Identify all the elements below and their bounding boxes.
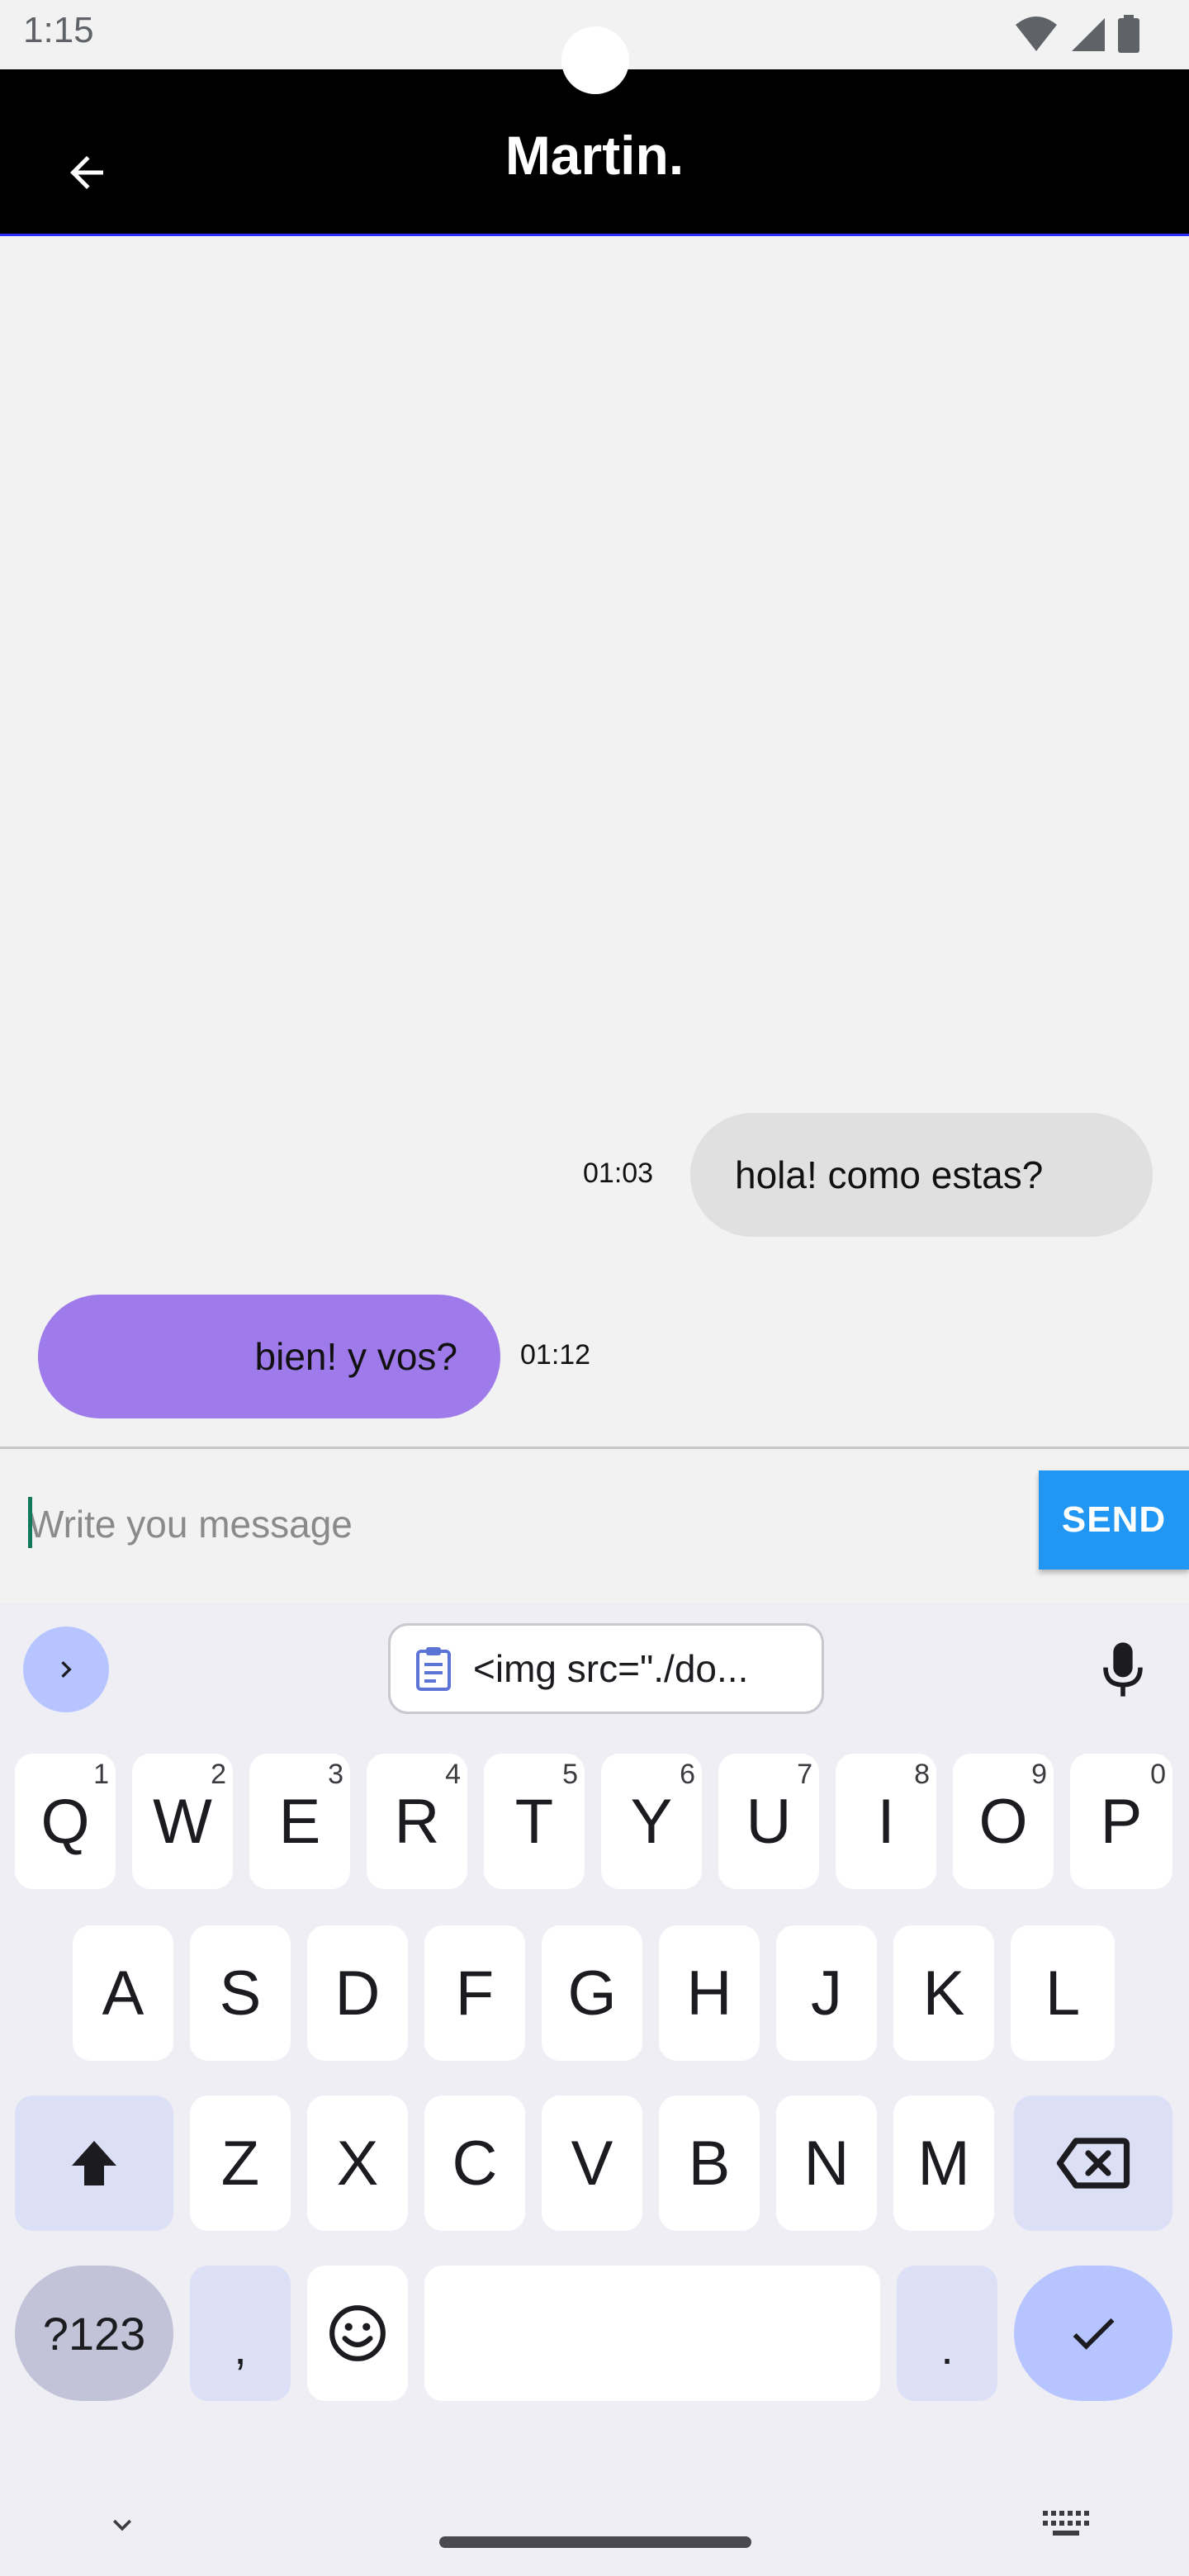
key-hint: 7 — [797, 1759, 812, 1790]
wifi-icon — [1016, 17, 1057, 51]
space-key[interactable] — [424, 2266, 880, 2401]
key-hint: 9 — [1031, 1759, 1047, 1790]
keyboard-icon — [1043, 2511, 1089, 2536]
voice-input-button[interactable] — [1082, 1628, 1164, 1711]
key-l[interactable]: L — [1011, 1925, 1115, 2061]
keyboard-expand-button[interactable] — [23, 1627, 109, 1712]
key-hint: 8 — [914, 1759, 930, 1790]
hide-keyboard-button[interactable] — [97, 2500, 147, 2550]
key-u[interactable]: U7 — [718, 1754, 819, 1889]
key-hint: 4 — [445, 1759, 461, 1790]
key-p[interactable]: P0 — [1070, 1754, 1172, 1889]
chat-area[interactable]: 01:03 hola! como estas? bien! y vos? 01:… — [0, 239, 1189, 1447]
key-label: U — [746, 1786, 792, 1857]
key-label: P — [1100, 1786, 1143, 1857]
clipboard-icon — [416, 1647, 451, 1691]
key-d[interactable]: D — [307, 1925, 408, 2061]
key-hint: 0 — [1150, 1759, 1166, 1790]
clipboard-suggestion[interactable]: <img src="./do... — [388, 1623, 824, 1714]
key-a[interactable]: A — [73, 1925, 173, 2061]
status-time: 1:15 — [23, 10, 94, 50]
key-i[interactable]: I8 — [836, 1754, 936, 1889]
key-v[interactable]: V — [542, 2095, 642, 2231]
message-text: bien! y vos? — [254, 1335, 457, 1378]
chevron-down-icon — [113, 2519, 131, 2531]
symbols-key[interactable]: ?123 — [15, 2266, 173, 2401]
key-m[interactable]: M — [893, 2095, 994, 2231]
message-time: 01:03 — [583, 1158, 654, 1189]
key-b[interactable]: B — [659, 2095, 760, 2231]
send-button[interactable]: SEND — [1039, 1470, 1189, 1570]
key-label: Q — [40, 1786, 90, 1857]
camera-cutout — [561, 26, 629, 94]
status-icons — [1014, 15, 1139, 53]
key-r[interactable]: R4 — [367, 1754, 467, 1889]
chevron-right-icon — [61, 1661, 72, 1678]
key-label: R — [394, 1786, 440, 1857]
app-bar: Martin. — [0, 69, 1189, 236]
key-hint: 1 — [93, 1759, 109, 1790]
key-label: W — [153, 1786, 212, 1857]
key-q[interactable]: Q1 — [15, 1754, 116, 1889]
key-e[interactable]: E3 — [249, 1754, 350, 1889]
clipboard-text: <img src="./do... — [473, 1647, 749, 1690]
message-text: hola! como estas? — [735, 1153, 1044, 1196]
message-composer: SEND — [0, 1447, 1189, 1603]
switch-keyboard-button[interactable] — [1037, 2503, 1095, 2545]
key-x[interactable]: X — [307, 2095, 408, 2231]
shift-icon — [72, 2141, 116, 2185]
emoji-icon — [329, 2305, 386, 2361]
key-g[interactable]: G — [542, 1925, 642, 2061]
page-title: Martin. — [504, 125, 685, 186]
soft-keyboard: <img src="./do... Q1 W2 E3 R4 T5 Y6 U7 I… — [0, 1603, 1189, 2576]
key-label: Y — [630, 1786, 673, 1857]
key-h[interactable]: H — [659, 1925, 760, 2061]
microphone-icon — [1103, 1642, 1143, 1697]
key-n[interactable]: N — [776, 2095, 877, 2231]
key-label: O — [978, 1786, 1028, 1857]
emoji-key[interactable] — [307, 2266, 408, 2401]
key-o[interactable]: O9 — [953, 1754, 1054, 1889]
battery-icon — [1118, 15, 1139, 53]
backspace-key[interactable] — [1014, 2095, 1172, 2231]
key-label: T — [514, 1786, 554, 1857]
comma-key[interactable]: , — [190, 2266, 291, 2401]
key-hint: 6 — [680, 1759, 695, 1790]
key-c[interactable]: C — [424, 2095, 525, 2231]
checkmark-icon — [1073, 2318, 1115, 2350]
key-label: I — [877, 1786, 895, 1857]
key-s[interactable]: S — [190, 1925, 291, 2061]
key-k[interactable]: K — [893, 1925, 994, 2061]
message-input[interactable] — [28, 1487, 1019, 1561]
key-w[interactable]: W2 — [132, 1754, 233, 1889]
key-hint: 3 — [328, 1759, 343, 1790]
period-key[interactable]: . — [897, 2266, 997, 2401]
backspace-icon — [1056, 2138, 1130, 2189]
signal-icon — [1072, 18, 1105, 51]
key-f[interactable]: F — [424, 1925, 525, 2061]
key-z[interactable]: Z — [190, 2095, 291, 2231]
message-bubble-sent[interactable]: hola! como estas? — [690, 1113, 1153, 1237]
message-bubble-received[interactable]: bien! y vos? — [38, 1295, 500, 1418]
enter-key[interactable] — [1014, 2266, 1172, 2401]
text-cursor — [28, 1497, 32, 1548]
key-hint: 2 — [211, 1759, 226, 1790]
key-y[interactable]: Y6 — [601, 1754, 702, 1889]
key-t[interactable]: T5 — [484, 1754, 585, 1889]
key-label: E — [278, 1786, 321, 1857]
key-j[interactable]: J — [776, 1925, 877, 2061]
gesture-nav-handle[interactable] — [439, 2536, 751, 2548]
message-time: 01:12 — [520, 1339, 591, 1371]
shift-key[interactable] — [15, 2095, 173, 2231]
key-hint: 5 — [562, 1759, 578, 1790]
